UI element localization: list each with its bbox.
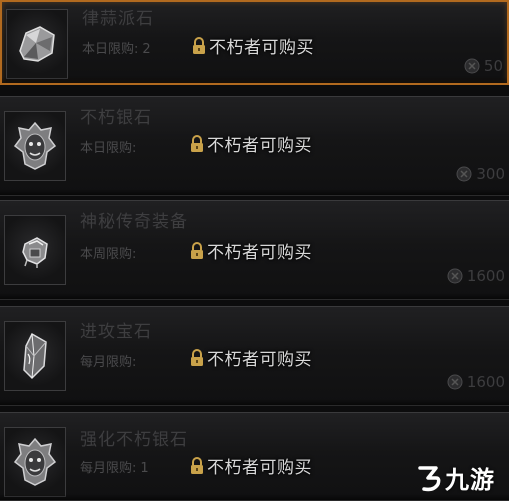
shop-item-row[interactable]: 不朽银石 本日限购: 不朽者可购买 300 [0, 96, 509, 196]
price-value: 1600 [466, 267, 505, 285]
shop-list: 律蒜派石 本日限购: 2 不朽者可购买 50 不朽银石 本日限购: 不朽者可购买… [0, 0, 509, 501]
lock-icon [191, 348, 203, 366]
locked-text: 不朽者可购买 [209, 38, 314, 58]
purchase-limit-label: 本周限购: [80, 247, 137, 262]
price: 50 [464, 57, 503, 75]
purchase-limit: 本日限购: [80, 137, 140, 156]
currency-coin-icon [456, 166, 472, 182]
shop-item-row[interactable]: 进攻宝石 每月限购: 不朽者可购买 1600 [0, 306, 509, 406]
locked-notice: 不朽者可购买 [190, 131, 312, 156]
gauntlet-icon [22, 237, 48, 268]
shop-item-row[interactable]: 律蒜派石 本日限购: 2 不朽者可购买 50 [0, 0, 509, 85]
purchase-limit-label: 本日限购: [82, 42, 139, 57]
purchase-limit-label: 每月限购: [80, 461, 137, 476]
lock-icon [193, 36, 205, 54]
demon-mask-icon [13, 437, 57, 486]
item-thumbnail [4, 215, 66, 285]
purchase-limit-count: 1 [140, 461, 149, 476]
purchase-limit: 本日限购: 2 [82, 38, 151, 57]
currency-coin-icon [447, 374, 463, 390]
purchase-limit-label: 本日限购: [80, 141, 137, 156]
rock-icon [19, 26, 55, 62]
locked-text: 不朽者可购买 [207, 350, 312, 370]
locked-notice: 不朽者可购买 [192, 33, 314, 58]
lock-icon [191, 241, 203, 259]
lock-icon [191, 134, 203, 152]
watermark-text: 九游 [445, 466, 495, 494]
locked-text: 不朽者可购买 [207, 243, 312, 263]
locked-text: 不朽者可购买 [207, 458, 312, 478]
demon-mask-icon [13, 121, 57, 170]
item-thumbnail [4, 427, 66, 497]
purchase-limit-label: 每月限购: [80, 355, 137, 370]
item-name: 神秘传奇装备 [80, 212, 188, 232]
locked-notice: 不朽者可购买 [190, 453, 312, 478]
lock-icon [191, 456, 203, 474]
purchase-limit: 每月限购: [80, 351, 140, 370]
price: 1600 [447, 267, 505, 285]
shop-item-row[interactable]: 神秘传奇装备 本周限购: 不朽者可购买 1600 [0, 200, 509, 300]
item-name: 强化不朽银石 [80, 430, 188, 450]
purchase-limit: 每月限购: 1 [80, 457, 149, 476]
item-thumbnail [4, 111, 66, 181]
item-name: 进攻宝石 [80, 322, 152, 342]
purchase-limit: 本周限购: [80, 243, 140, 262]
item-thumbnail [4, 321, 66, 391]
price: 1600 [447, 373, 505, 391]
locked-notice: 不朽者可购买 [190, 345, 312, 370]
crystal-icon [23, 332, 47, 380]
item-name: 律蒜派石 [82, 9, 154, 29]
locked-notice: 不朽者可购买 [190, 238, 312, 263]
purchase-limit-count: 2 [142, 42, 151, 57]
currency-coin-icon [447, 268, 463, 284]
currency-coin-icon [464, 58, 480, 74]
price: 300 [456, 165, 505, 183]
item-thumbnail [6, 9, 68, 79]
watermark: 九游 [416, 460, 495, 495]
item-name: 不朽银石 [80, 108, 152, 128]
price-value: 300 [476, 165, 505, 183]
jiuyou-logo-icon [418, 465, 441, 491]
price-value: 50 [483, 57, 503, 75]
price-value: 1600 [466, 373, 505, 391]
locked-text: 不朽者可购买 [207, 136, 312, 156]
